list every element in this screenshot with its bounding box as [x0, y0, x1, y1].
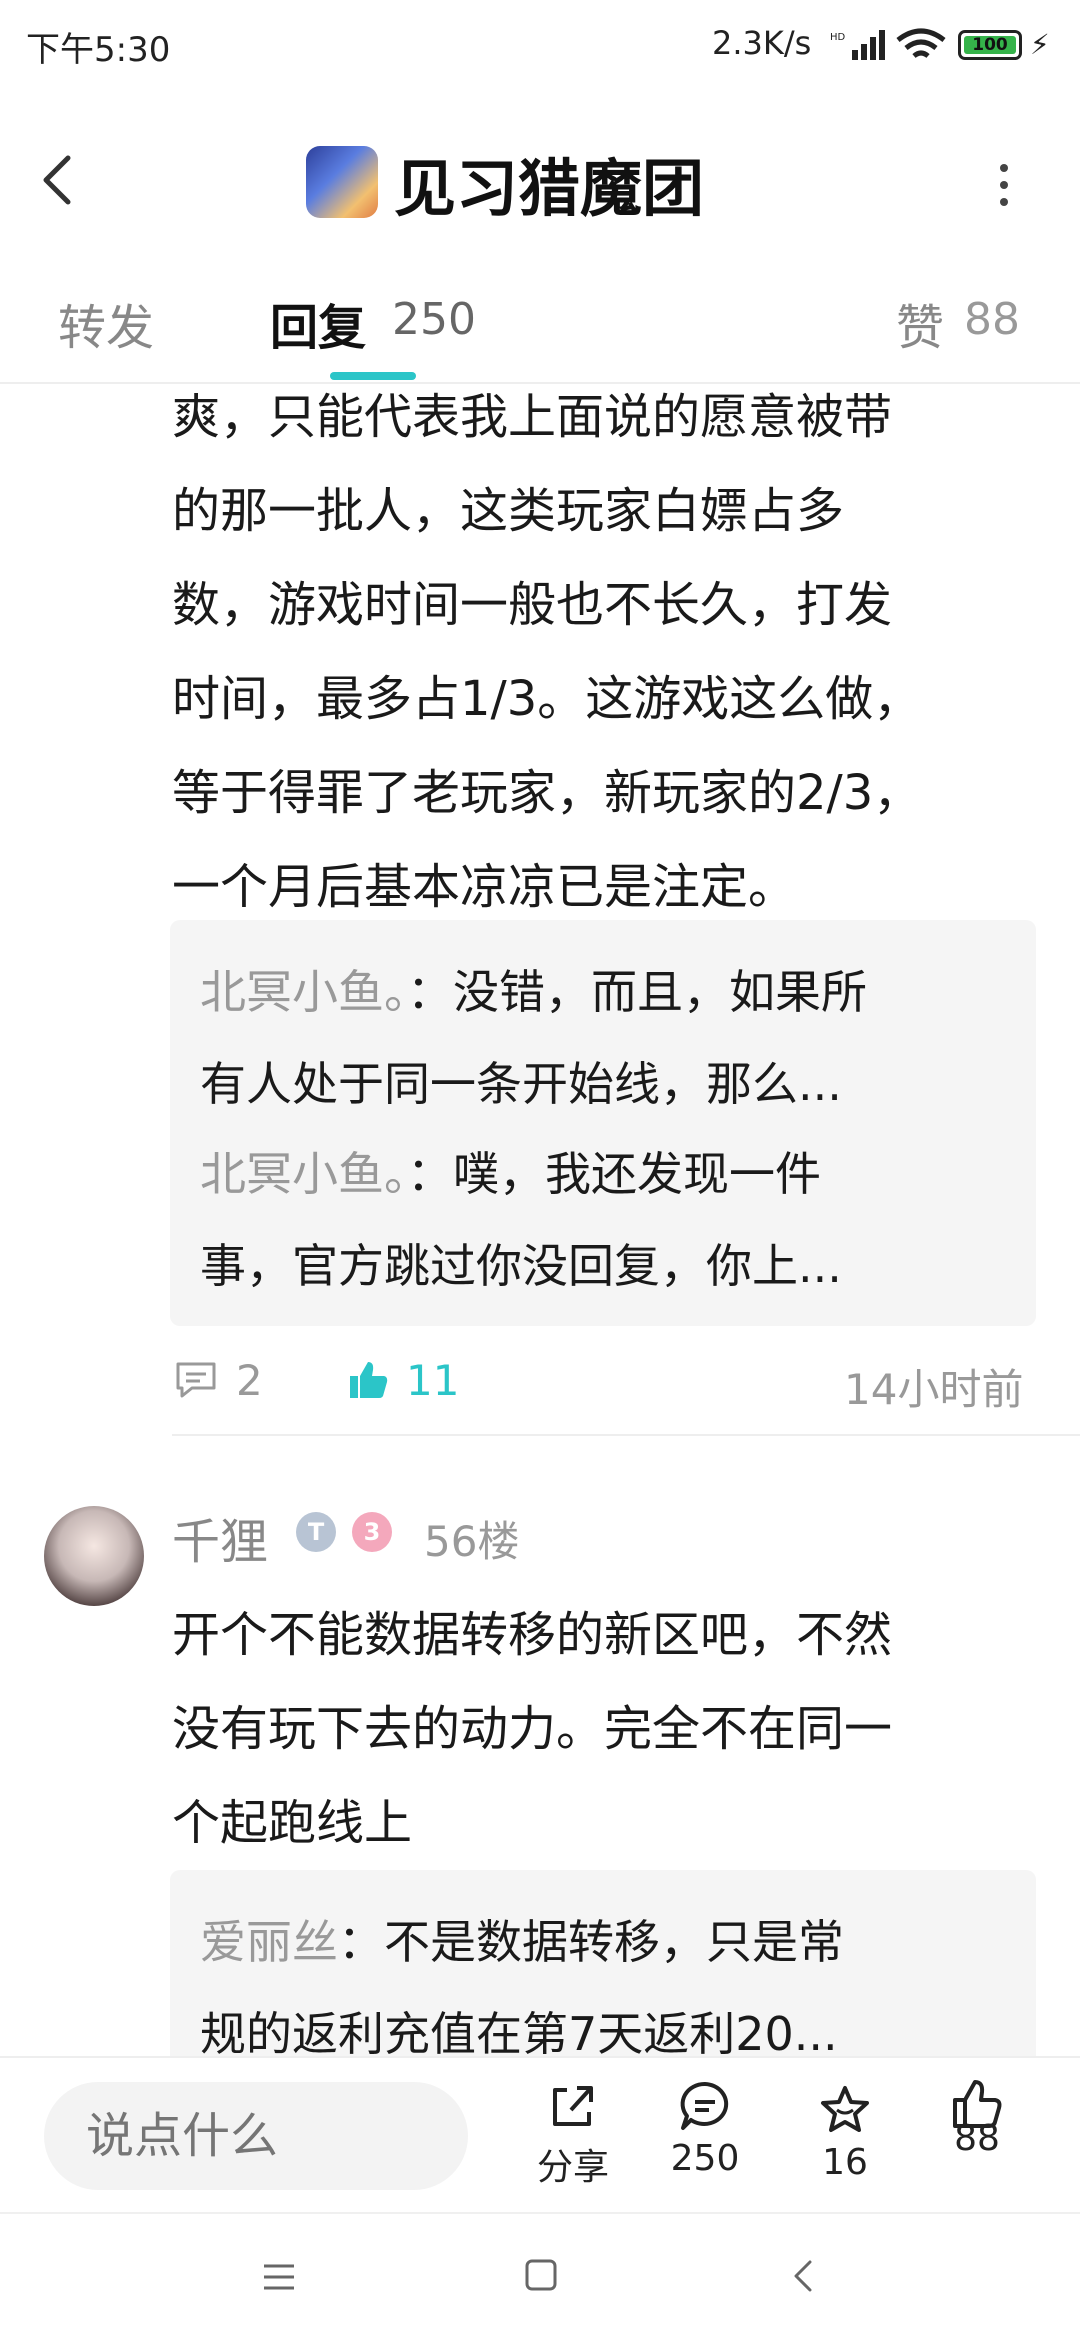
system-nav-bar — [0, 2212, 1080, 2342]
like-count: 11 — [406, 1356, 460, 1405]
tab-reply-count: 250 — [392, 294, 476, 345]
reply-meta: 2 11 14小时前 — [172, 1350, 1032, 1414]
reply-text-line: 数，游戏时间一般也不长久，打发 — [172, 577, 893, 633]
reply-body: 爽，只能代表我上面说的愿意被带 的那一批人，这类玩家白嫖占多 数，游戏时间一般也… — [172, 370, 1032, 934]
wifi-icon — [896, 28, 946, 58]
user-level-badge: 3 — [352, 1512, 392, 1552]
page-title: 见习猎魔团 — [394, 152, 705, 225]
bottom-action-bar: 分享 250 16 88 — [0, 2056, 1080, 2214]
svg-text:HD: HD — [830, 32, 846, 43]
like-icon[interactable] — [346, 1358, 390, 1402]
favorites-count: 16 — [822, 2142, 868, 2183]
comments-count: 250 — [670, 2138, 740, 2179]
battery-level: 100 — [964, 36, 1016, 54]
more-options-icon[interactable] — [994, 160, 1014, 210]
comment-icon[interactable] — [174, 1360, 218, 1400]
reply-body: 开个不能数据转移的新区吧，不然 没有玩下去的动力。完全不在同一 个起跑线上 — [172, 1588, 1032, 1870]
sub-reply-text: ：不是数据转移，只是常 — [338, 1915, 844, 1969]
sub-reply-text: ：没错，而且，如果所 — [407, 965, 867, 1019]
user-badge-t: T — [296, 1512, 336, 1552]
floor-number: 56楼 — [424, 1517, 520, 1566]
tab-like-count: 88 — [964, 294, 1020, 345]
sub-reply-text: 事，官方跳过你没回复，你上... — [200, 1239, 842, 1293]
reply-text-line: 没有玩下去的动力。完全不在同一 — [172, 1701, 893, 1757]
tab-reply[interactable]: 回复 — [270, 288, 366, 358]
reply-time: 14小时前 — [844, 1365, 1024, 1414]
share-icon — [553, 2086, 593, 2126]
tab-bar: 转发 回复 250 赞 88 — [0, 260, 1080, 384]
sub-reply-author[interactable]: 爱丽丝 — [200, 1915, 338, 1969]
comment-count: 2 — [236, 1356, 263, 1405]
sub-reply-author[interactable]: 北冥小鱼。 — [200, 965, 407, 1019]
signal-icon: HD — [830, 30, 885, 60]
network-speed: 2.3K/s — [712, 24, 812, 62]
like-button[interactable]: 88 — [922, 2076, 1032, 2159]
back-icon[interactable] — [38, 152, 78, 208]
reply-text-line: 爽，只能代表我上面说的愿意被带 — [172, 389, 893, 445]
sub-replies-box[interactable]: 北冥小鱼。：没错，而且，如果所 有人处于同一条开始线，那么... 北冥小鱼。：噗… — [170, 920, 1036, 1326]
sub-reply[interactable]: 北冥小鱼。：噗，我还发现一件 — [200, 1144, 1020, 1204]
favorite-icon — [821, 2086, 869, 2132]
game-logo — [306, 146, 378, 218]
status-bar: 下午5:30 2.3K/s HD 100 ⚡ — [0, 0, 1080, 96]
tab-forward[interactable]: 转发 — [58, 288, 154, 358]
sub-reply[interactable]: 北冥小鱼。：没错，而且，如果所 — [200, 962, 1020, 1022]
share-button[interactable]: 分享 — [518, 2078, 628, 2190]
home-icon[interactable] — [524, 2258, 558, 2292]
reply-text-line: 个起跑线上 — [172, 1795, 413, 1851]
tab-like[interactable]: 赞 — [896, 288, 944, 358]
comment-input[interactable] — [44, 2082, 468, 2190]
back-nav-icon[interactable] — [790, 2258, 814, 2294]
sub-reply-text: ：噗，我还发现一件 — [407, 1147, 821, 1201]
reply-text-line: 的那一批人，这类玩家白嫖占多 — [172, 483, 845, 539]
battery-icon: 100 — [958, 30, 1022, 60]
likes-count: 88 — [954, 2118, 1000, 2159]
sub-replies-box[interactable]: 爱丽丝：不是数据转移，只是常 规的返利充值在第7天返利20... — [170, 1870, 1036, 2070]
avatar[interactable] — [44, 1506, 144, 1606]
comment-bubble-icon — [680, 2081, 729, 2130]
sub-reply-author[interactable]: 北冥小鱼。 — [200, 1147, 407, 1201]
charging-icon: ⚡ — [1030, 28, 1050, 61]
divider — [172, 1434, 1080, 1436]
username[interactable]: 千狸 — [172, 1502, 268, 1572]
sub-reply-text: 规的返利充值在第7天返利20... — [200, 2007, 838, 2061]
sub-reply-text: 有人处于同一条开始线，那么... — [200, 1057, 842, 1111]
menu-icon[interactable] — [262, 2262, 296, 2292]
reply-text-line: 时间，最多占1/3。这游戏这么做， — [172, 671, 922, 727]
comments-button[interactable]: 250 — [650, 2078, 760, 2179]
favorite-button[interactable]: 16 — [790, 2082, 900, 2183]
status-time: 下午5:30 — [26, 30, 171, 70]
header: 见习猎魔团 — [0, 96, 1080, 262]
share-label: 分享 — [536, 2147, 609, 2188]
reply-text-line: 等于得罪了老玩家，新玩家的2/3， — [172, 765, 922, 821]
reply-text-line: 开个不能数据转移的新区吧，不然 — [172, 1607, 893, 1663]
sub-reply[interactable]: 爱丽丝：不是数据转移，只是常 — [200, 1912, 1020, 1972]
